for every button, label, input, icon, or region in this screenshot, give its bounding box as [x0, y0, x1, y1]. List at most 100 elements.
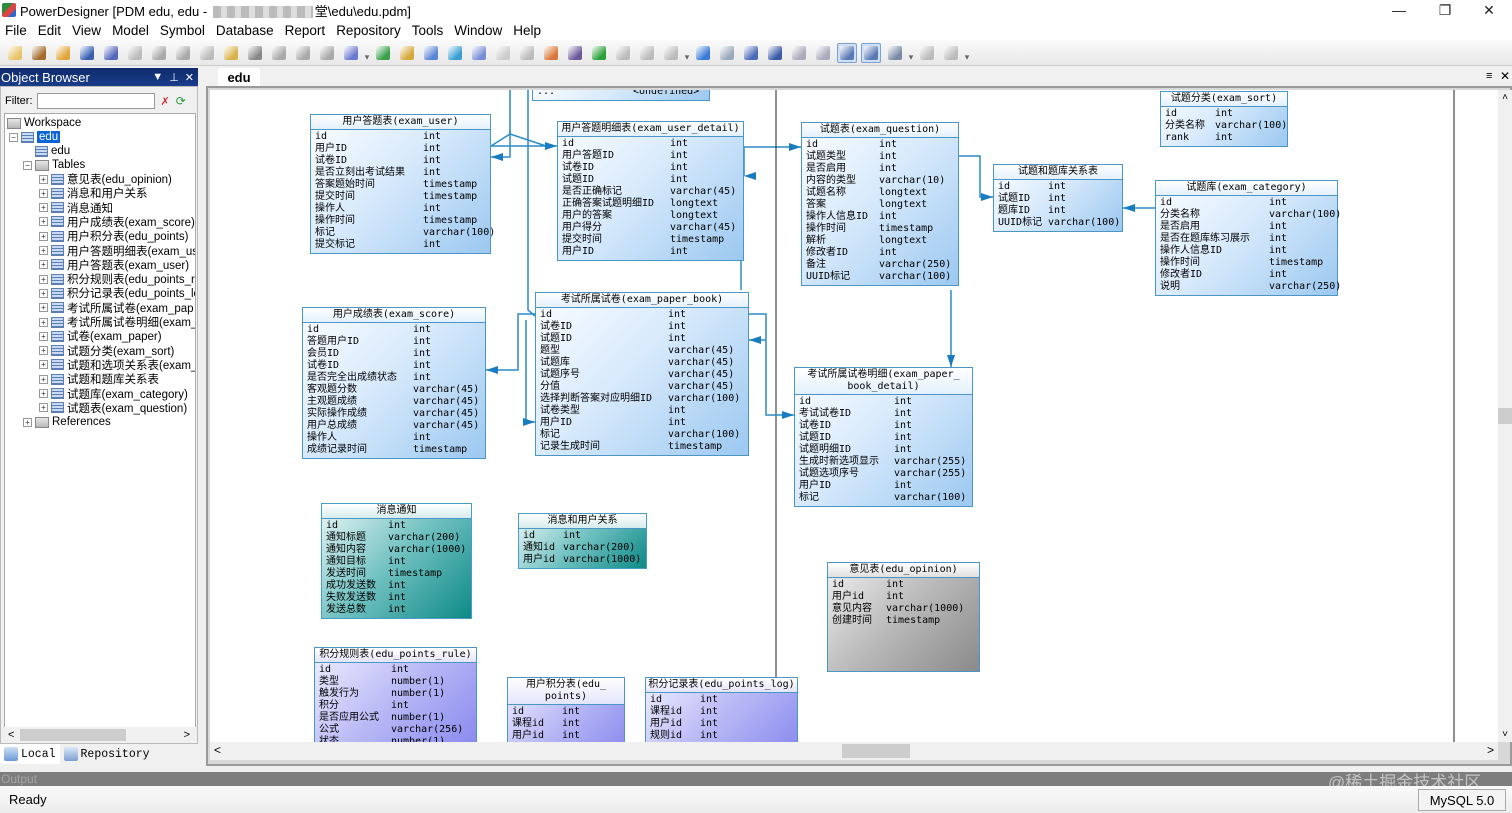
tree-table-item[interactable]: + 考试所属试卷(exam_pap	[39, 301, 194, 315]
save-button[interactable]	[77, 43, 97, 63]
filter-input[interactable]	[36, 93, 155, 109]
entity-exam-category[interactable]: 试题库(exam_category) id int 分类名称 varchar(100) 是…	[1155, 180, 1341, 296]
tree-diagram-edu[interactable]: edu	[35, 144, 70, 158]
diagram-vscrollbar[interactable]: ˄ ˅	[1498, 90, 1512, 742]
column-row[interactable]: ... <Undefined>	[537, 90, 705, 98]
column-row[interactable]: id int	[326, 520, 467, 532]
column-row[interactable]: 规则id int	[650, 730, 793, 742]
zoom-button[interactable]	[837, 42, 857, 63]
tree-table-item[interactable]: + 积分规则表(edu_points_ru	[39, 272, 195, 286]
column-row[interactable]: 会员ID int	[307, 348, 481, 360]
expand-icon[interactable]: +	[39, 389, 48, 398]
import-button[interactable]	[397, 43, 417, 63]
column-row[interactable]: 创建时间 timestamp	[832, 615, 975, 627]
column-row[interactable]: id int	[832, 579, 975, 591]
column-row[interactable]: 用户ID int	[799, 480, 968, 492]
column-row[interactable]: 积分 int	[319, 700, 472, 712]
column-row[interactable]: rank int	[1165, 132, 1283, 144]
expand-icon[interactable]: +	[39, 374, 48, 384]
tab-local[interactable]: Local	[0, 744, 60, 764]
column-row[interactable]: 发送时间 timestamp	[326, 568, 467, 580]
column-row[interactable]: 通知内容 varchar(1000)	[326, 544, 467, 556]
tree-references-folder[interactable]: + References	[23, 415, 111, 429]
column-row[interactable]: 分类名称 varchar(100)	[1160, 209, 1341, 221]
column-row[interactable]: 用户得分 varchar(45)	[562, 222, 739, 234]
column-row[interactable]: 意见内容 varchar(1000)	[832, 603, 975, 615]
menu-edit[interactable]: Edit	[33, 23, 67, 38]
column-row[interactable]: 试卷ID int	[799, 420, 968, 432]
entity-exam-score[interactable]: 用户成绩表(exam_score) id int 答题用户ID int 会员ID int 试卷…	[302, 307, 486, 459]
scroll-thumb[interactable]	[20, 729, 126, 741]
undo-button[interactable]	[269, 43, 289, 63]
column-row[interactable]: 答案题始时间 timestamp	[315, 179, 486, 191]
column-row[interactable]: 用户ID int	[562, 246, 739, 258]
column-row[interactable]: 考试试卷ID int	[799, 408, 968, 420]
column-row[interactable]: 成功发送数 int	[326, 580, 467, 592]
entity-edu-opinion[interactable]: 意见表(edu_opinion) id int 用户id int 意见内容 varchar(…	[827, 562, 980, 672]
column-row[interactable]: 课程id int	[512, 718, 620, 730]
menu-help[interactable]: Help	[508, 23, 547, 38]
column-row[interactable]: 公式 varchar(256)	[319, 724, 472, 736]
entity-exam-user[interactable]: 用户答题表(exam_user) id int 用户ID int 试卷ID int 是否立刻出…	[310, 114, 495, 254]
paste-button[interactable]	[221, 43, 241, 63]
symbol2-button[interactable]	[813, 43, 833, 63]
minimize-button[interactable]: —	[1376, 0, 1422, 20]
column-row[interactable]: 标记 varchar(100)	[540, 429, 744, 441]
tree-table-item[interactable]: + 试题分类(exam_sort)	[39, 344, 174, 358]
tree-table-item[interactable]: + 试题和题库关系表	[39, 372, 159, 386]
column-row[interactable]: 触发行为 number(1)	[319, 688, 472, 700]
tree-table-item[interactable]: + 试题表(exam_question)	[39, 401, 187, 415]
object-browser-hscrollbar[interactable]: < >	[4, 727, 196, 743]
entity-undefined-stub[interactable]: ... <Undefined>	[532, 90, 710, 101]
column-row[interactable]: 提交时间 timestamp	[315, 191, 486, 203]
doc-close-icon[interactable]: ✕	[1500, 69, 1510, 83]
print-preview-button[interactable]	[125, 43, 145, 63]
column-row[interactable]: 答题用户ID int	[307, 336, 481, 348]
expand-icon[interactable]: +	[39, 331, 48, 341]
entity-exam-user-detail[interactable]: 用户答题明细表(exam_user_detail) id int 用户答题ID int 试…	[557, 121, 744, 261]
font-button[interactable]	[589, 43, 609, 63]
collapse-icon[interactable]: −	[9, 132, 18, 142]
tab-repository[interactable]: Repository	[60, 744, 154, 764]
column-row[interactable]: 分值 varchar(45)	[540, 381, 744, 393]
expand-icon[interactable]: +	[39, 317, 48, 327]
align-left-button[interactable]	[637, 43, 657, 63]
column-row[interactable]: id int	[319, 664, 472, 676]
column-row[interactable]: 答案 longtext	[806, 199, 954, 211]
tree-table-item[interactable]: + 用户答题表(exam_user)	[39, 258, 189, 272]
column-row[interactable]: 用户ID int	[315, 143, 486, 155]
print2-button[interactable]	[941, 43, 961, 63]
entity-edu-points[interactable]: 用户积分表(edu_ points)idint课程idint用户idint...…	[507, 677, 625, 742]
cut-button[interactable]	[173, 43, 193, 63]
menu-repository[interactable]: Repository	[331, 23, 407, 38]
column-row[interactable]: 修改者ID int	[806, 247, 954, 259]
scroll-up-icon[interactable]: ˄	[1498, 92, 1512, 103]
entity-exam-paper-book-detail[interactable]: 考试所属试卷明细(exam_paper_ book_detail) id int 考试…	[794, 367, 973, 507]
column-row[interactable]: 是否完全出成绩状态 int	[307, 372, 481, 384]
column-row[interactable]: 选择判断答案对应明细ID varchar(100)	[540, 393, 744, 405]
expand-icon[interactable]: +	[39, 288, 48, 298]
column-row[interactable]: id int	[307, 324, 481, 336]
clear-filter-icon[interactable]: ✗	[161, 95, 170, 108]
column-row[interactable]: 用户ID int	[540, 417, 744, 429]
column-row[interactable]: id int	[1160, 197, 1333, 209]
expand-icon[interactable]: +	[39, 188, 48, 198]
link-detail-question[interactable]	[743, 146, 801, 176]
column-row[interactable]: 通知id varchar(200)	[523, 542, 642, 554]
tree-workspace[interactable]: Workspace	[7, 116, 81, 130]
tree-table-item[interactable]: + 试卷(exam_paper)	[39, 329, 162, 343]
toolbar-overflow-icon[interactable]: ▾	[683, 43, 691, 63]
column-row[interactable]: 成绩记录时间 timestamp	[307, 444, 481, 456]
entity-question-category-rel[interactable]: 试题和题库关系表 id int 试题ID int 题库ID int UUID标记 varchar…	[993, 164, 1123, 232]
check-model-button[interactable]	[469, 43, 489, 63]
line-style-button[interactable]	[541, 43, 561, 63]
save-all-button[interactable]	[101, 43, 121, 63]
column-row[interactable]: 操作时间 timestamp	[1160, 257, 1333, 269]
column-row[interactable]: 操作时间 timestamp	[806, 223, 954, 235]
column-row[interactable]: 分类名称 varchar(100)	[1165, 120, 1287, 132]
column-row[interactable]: 试题ID int	[540, 333, 744, 345]
tree-table-item[interactable]: + 消息和用户关系	[39, 186, 148, 200]
expand-icon[interactable]: +	[39, 346, 48, 356]
menu-report[interactable]: Report	[280, 23, 332, 38]
model-check-button[interactable]	[341, 43, 361, 63]
